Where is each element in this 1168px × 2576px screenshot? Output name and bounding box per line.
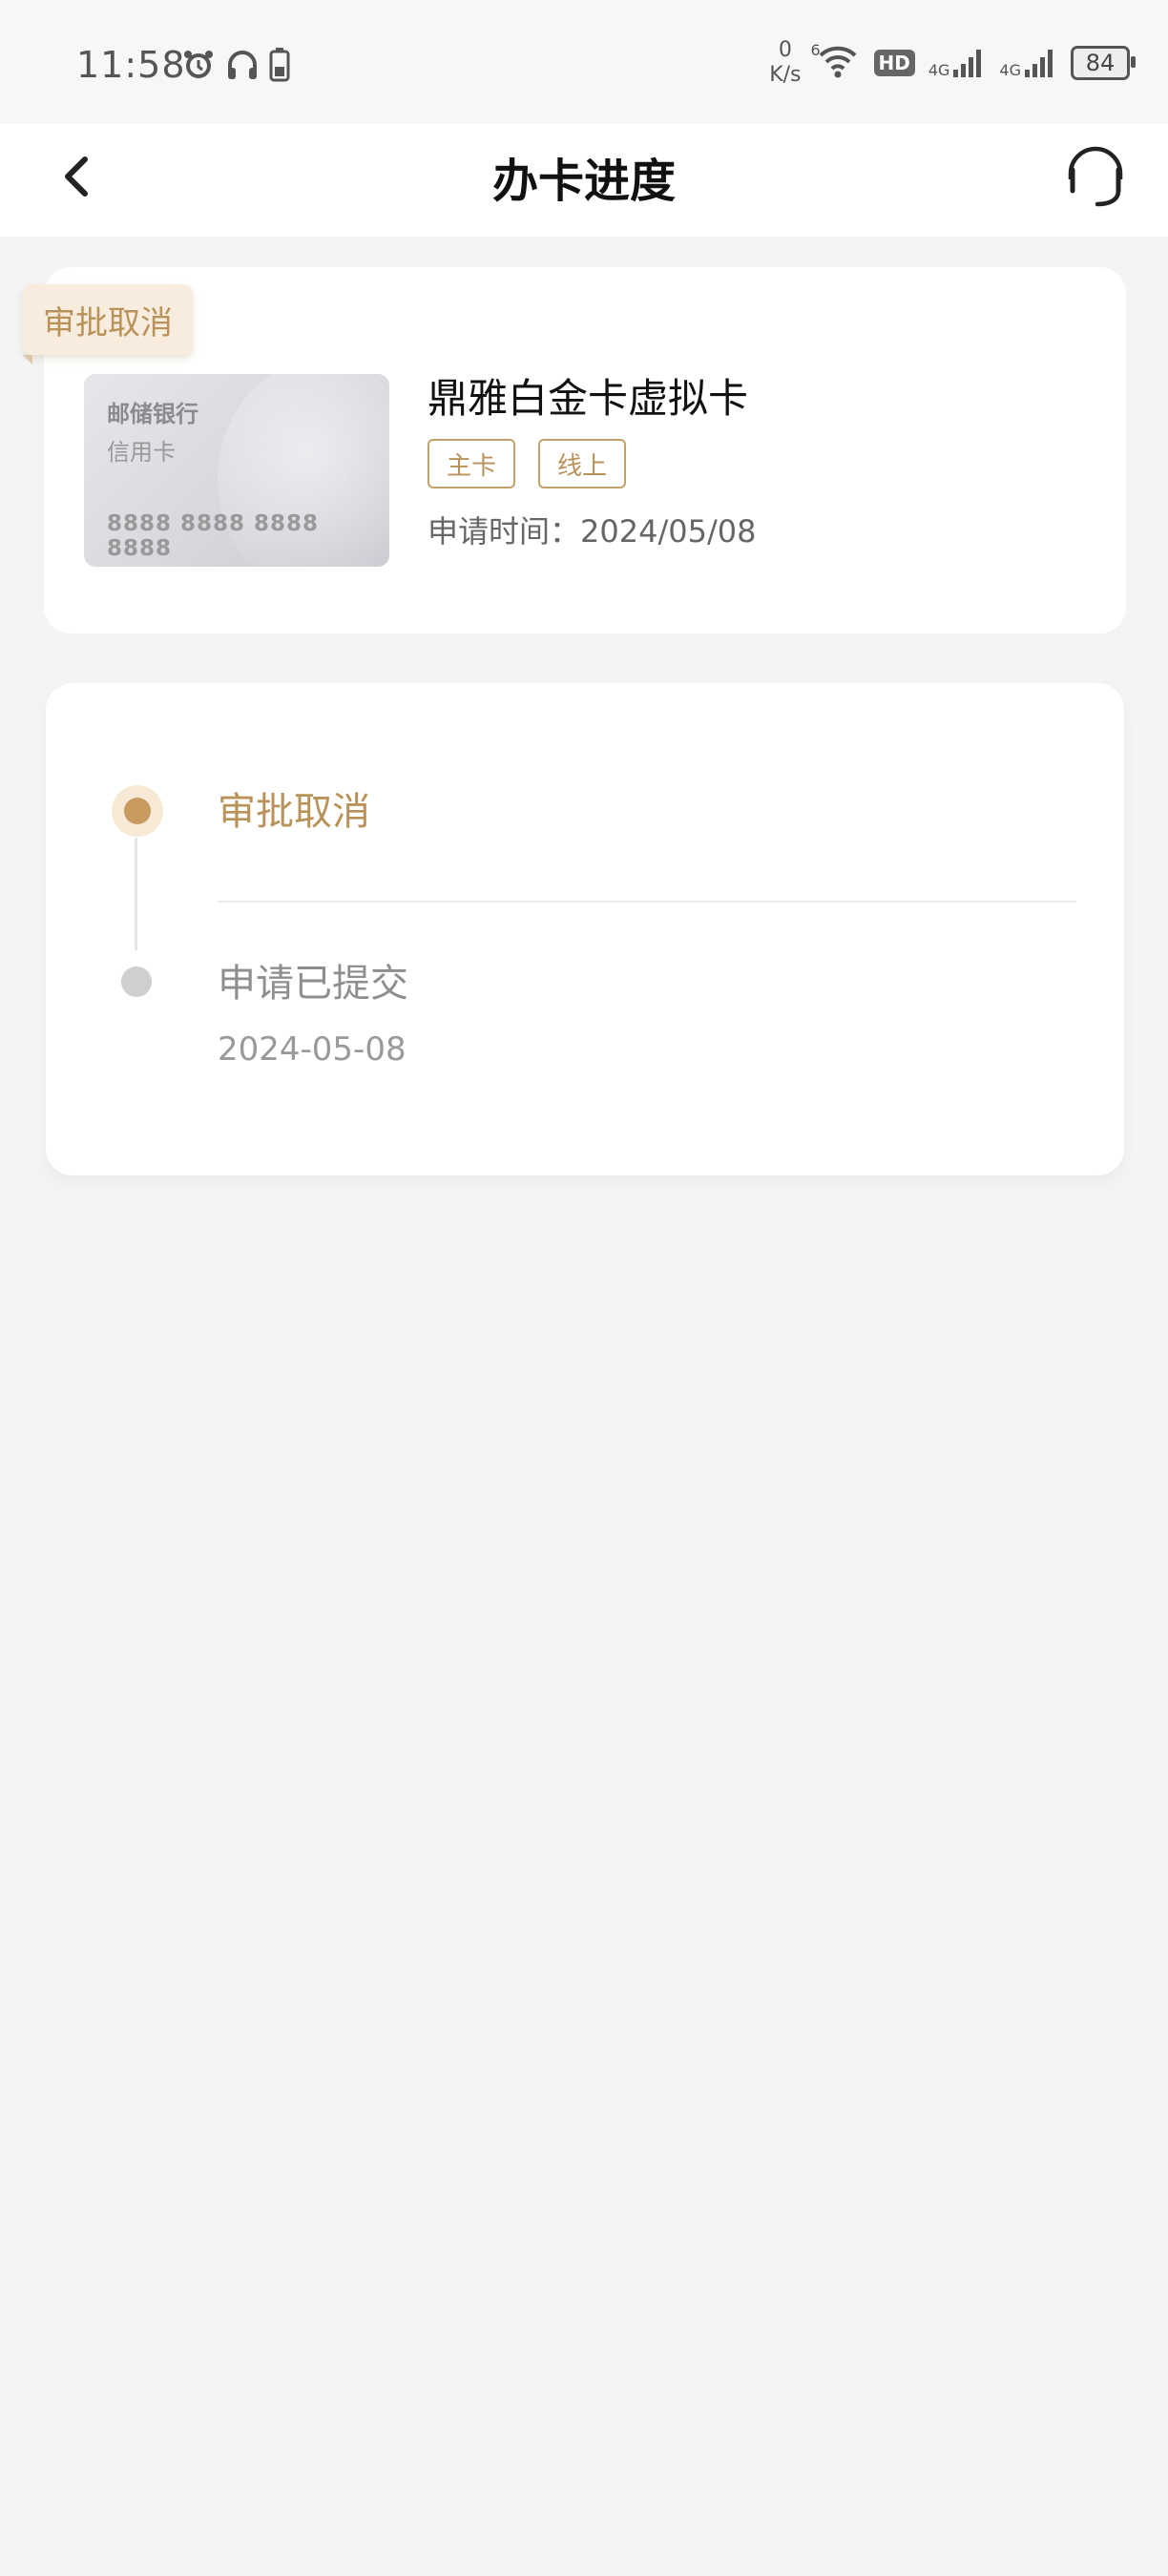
status-icons-left bbox=[181, 48, 290, 86]
signal-sim1-icon: 4G bbox=[928, 47, 987, 79]
progress-panel bbox=[46, 683, 1124, 1175]
wifi-icon: 6 bbox=[811, 42, 861, 84]
status-badge: 审批取消 bbox=[23, 284, 193, 355]
battery-level: 84 bbox=[1085, 50, 1116, 76]
nav-header: 办卡进度 bbox=[0, 124, 1168, 237]
card-badges: 主卡 线上 bbox=[428, 439, 627, 488]
headphones-icon bbox=[225, 48, 260, 86]
page-title: 办卡进度 bbox=[491, 155, 676, 208]
card-thumb-kind: 信用卡 bbox=[107, 439, 176, 466]
headset-icon bbox=[1061, 143, 1130, 214]
phone-battery-icon bbox=[269, 48, 290, 86]
badge-online: 线上 bbox=[538, 439, 627, 488]
status-bar: 11:58 0 K/s 6 HD 4G 4G 84 bbox=[0, 0, 1168, 124]
step-title-submitted: 申请已提交 bbox=[218, 962, 408, 1006]
timeline-dot-active bbox=[124, 798, 151, 824]
status-icons-right: 0 K/s 6 HD 4G 4G 84 bbox=[769, 38, 1136, 88]
card-thumb-bank: 邮储银行 bbox=[107, 401, 198, 427]
card-thumb-number: 8888 8888 8888 8888 bbox=[107, 511, 320, 561]
customer-service-button[interactable] bbox=[1057, 135, 1134, 221]
card-name: 鼎雅白金卡虚拟卡 bbox=[428, 375, 749, 422]
timeline-dot-inactive bbox=[121, 966, 152, 997]
timeline-line bbox=[135, 838, 137, 950]
card-thumbnail: 邮储银行 信用卡 8888 8888 8888 8888 bbox=[84, 374, 389, 567]
battery-icon: 84 bbox=[1071, 46, 1136, 80]
alarm-icon bbox=[181, 48, 216, 86]
badge-primary-card: 主卡 bbox=[428, 439, 516, 488]
status-time: 11:58 bbox=[76, 44, 186, 86]
network-speed: 0 K/s bbox=[769, 38, 802, 87]
step-date-submitted: 2024-05-08 bbox=[218, 1030, 407, 1069]
hd-voice-badge: HD bbox=[873, 50, 915, 76]
signal-sim2-icon: 4G bbox=[999, 47, 1057, 79]
step-divider bbox=[218, 901, 1076, 903]
step-title-current: 审批取消 bbox=[218, 790, 370, 834]
apply-date: 申请时间：2024/05/08 bbox=[428, 513, 757, 550]
